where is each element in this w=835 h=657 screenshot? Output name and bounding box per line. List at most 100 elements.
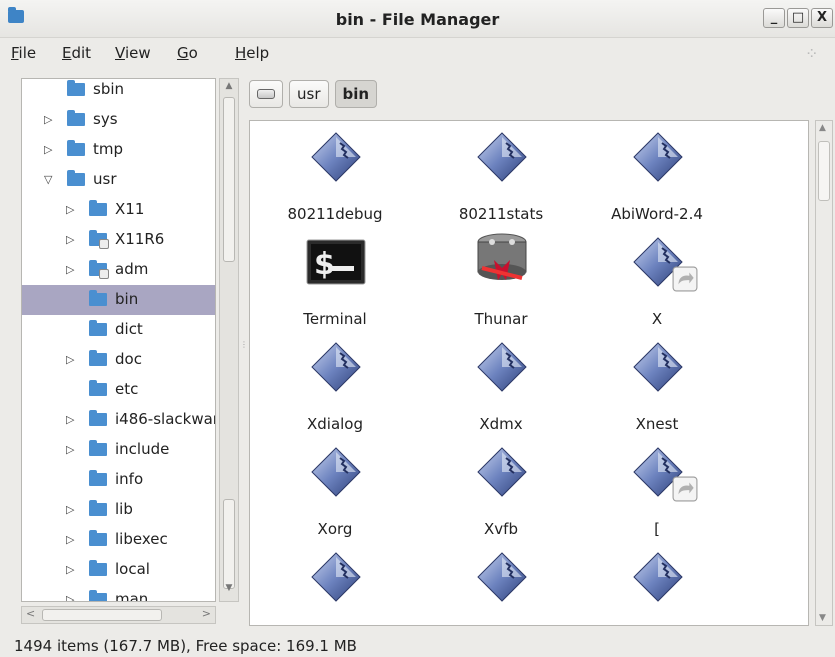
expand-arrow-icon[interactable]: ▷ <box>66 413 74 426</box>
expand-arrow-icon[interactable]: ▷ <box>66 503 74 516</box>
file-item[interactable]: X <box>582 226 732 331</box>
expand-arrow-icon[interactable]: ▷ <box>66 443 74 456</box>
tree-item-i486-slackware[interactable]: ▷ i486-slackware <box>22 405 215 435</box>
file-label: Xnest <box>635 415 679 433</box>
executable-icon <box>632 341 684 393</box>
menu-help[interactable]: Help <box>235 44 269 62</box>
folder-icon <box>89 500 107 516</box>
tree-item-sys[interactable]: ▷ sys <box>22 105 215 135</box>
expand-arrow-icon[interactable]: ▷ <box>66 593 74 601</box>
folder-icon <box>89 380 107 396</box>
executable-icon <box>632 551 684 603</box>
tree-item-adm[interactable]: ▷ adm <box>22 255 215 285</box>
file-item[interactable]: Xnest <box>582 331 732 436</box>
tree-item-label: i486-slackware <box>115 410 215 428</box>
tree-item-x11r6[interactable]: ▷ X11R6 <box>22 225 215 255</box>
scroll-up-icon[interactable]: ▲ <box>819 123 826 133</box>
tree-item-libexec[interactable]: ▷ libexec <box>22 525 215 555</box>
tree-item-label: dict <box>115 320 143 338</box>
tree-item-etc[interactable]: etc <box>22 375 215 405</box>
file-item[interactable]: 80211stats <box>426 121 576 226</box>
pane-splitter[interactable]: ⋮ <box>240 340 248 360</box>
file-item[interactable]: AbiWord-2.4 <box>582 121 732 226</box>
expand-arrow-icon[interactable]: ▷ <box>44 113 52 126</box>
icon-view-scrollbar[interactable]: ▲ ▼ <box>815 120 833 626</box>
scroll-thumb[interactable] <box>223 97 235 262</box>
tree-item-label: tmp <box>93 140 124 158</box>
folder-icon <box>89 440 107 456</box>
scroll-up-icon[interactable]: ▲ <box>220 81 238 97</box>
tree-item-lib[interactable]: ▷ lib <box>22 495 215 525</box>
tree-item-label: X11 <box>115 200 145 218</box>
file-item[interactable]: $ Terminal <box>260 226 410 331</box>
expand-arrow-icon[interactable]: ▷ <box>66 233 74 246</box>
scroll-thumb[interactable] <box>42 609 162 621</box>
expand-arrow-icon[interactable]: ▷ <box>66 563 74 576</box>
expand-arrow-icon[interactable]: ▷ <box>66 353 74 366</box>
scroll-track-segment[interactable] <box>223 499 235 589</box>
file-item[interactable]: [ <box>582 436 732 541</box>
menu-edit[interactable]: Edit <box>62 44 91 62</box>
path-button-bin[interactable]: bin <box>334 80 378 108</box>
tree-item-x11[interactable]: ▷ X11 <box>22 195 215 225</box>
icon-view[interactable]: 80211debug 80211stats AbiWord-2.4 $ Terminal… <box>249 120 809 626</box>
path-button-usr[interactable]: usr <box>289 80 329 108</box>
file-item[interactable]: 80211debug <box>260 121 410 226</box>
file-label: [ <box>654 520 660 538</box>
expand-arrow-icon[interactable]: ▷ <box>44 143 52 156</box>
file-item[interactable] <box>426 541 576 625</box>
tree-item-local[interactable]: ▷ local <box>22 555 215 585</box>
scroll-down-icon[interactable]: ▼ <box>819 613 826 623</box>
folder-icon <box>89 320 107 336</box>
tree-item-bin[interactable]: bin <box>22 285 215 315</box>
title-bar[interactable]: bin - File Manager _ □ X <box>0 0 835 38</box>
window-title: bin - File Manager <box>335 10 500 29</box>
tree-item-label: etc <box>115 380 139 398</box>
close-button[interactable]: X <box>811 8 833 28</box>
menu-file[interactable]: File <box>11 44 36 62</box>
collapse-arrow-icon[interactable]: ▽ <box>44 173 52 186</box>
scroll-left-icon[interactable]: < <box>26 607 35 620</box>
file-item[interactable] <box>582 541 732 625</box>
file-item[interactable]: Xorg <box>260 436 410 541</box>
executable-link-icon <box>632 236 698 292</box>
tree-item-label: bin <box>115 290 139 308</box>
tree-horizontal-scrollbar[interactable]: < > <box>21 606 216 624</box>
folder-tree[interactable]: sbin ▷ sys ▷ tmp ▽ usr ▷ X11 ▷ X11R6 ▷ adm bin dict ▷ do… <box>21 78 216 602</box>
tree-item-sbin[interactable]: sbin <box>22 79 215 105</box>
folder-icon <box>67 140 85 156</box>
scroll-down-icon[interactable]: ▼ <box>220 583 238 599</box>
tree-item-doc[interactable]: ▷ doc <box>22 345 215 375</box>
tree-item-dict[interactable]: dict <box>22 315 215 345</box>
folder-link-icon <box>89 260 109 279</box>
executable-icon <box>476 446 528 498</box>
tree-item-man[interactable]: ▷ man <box>22 585 215 601</box>
file-item[interactable]: Thunar <box>426 226 576 331</box>
file-item[interactable] <box>260 541 410 625</box>
root-drive-button[interactable] <box>249 80 283 108</box>
expand-arrow-icon[interactable]: ▷ <box>66 203 74 216</box>
tree-item-label: info <box>115 470 144 488</box>
tree-item-usr[interactable]: ▽ usr <box>22 165 215 195</box>
tree-item-info[interactable]: info <box>22 465 215 495</box>
folder-icon <box>89 290 107 306</box>
file-label: Thunar <box>474 310 528 328</box>
expand-arrow-icon[interactable]: ▷ <box>66 533 74 546</box>
status-text: 1494 items (167.7 MB), Free space: 169.1… <box>14 637 357 655</box>
file-item[interactable]: Xdialog <box>260 331 410 436</box>
tree-vertical-scrollbar[interactable]: ▲ ▼ <box>219 78 239 602</box>
expand-arrow-icon[interactable]: ▷ <box>66 263 74 276</box>
file-item[interactable]: Xdmx <box>426 331 576 436</box>
menu-go[interactable]: Go <box>177 44 198 62</box>
menu-view[interactable]: View <box>115 44 151 62</box>
executable-icon <box>310 446 362 498</box>
scroll-thumb[interactable] <box>818 141 830 201</box>
maximize-button[interactable]: □ <box>787 8 809 28</box>
scroll-right-icon[interactable]: > <box>202 607 211 620</box>
minimize-button[interactable]: _ <box>763 8 785 28</box>
tree-item-include[interactable]: ▷ include <box>22 435 215 465</box>
tree-item-label: local <box>115 560 150 578</box>
tree-item-tmp[interactable]: ▷ tmp <box>22 135 215 165</box>
menu-bar: File Edit View Go Help <box>0 40 835 66</box>
file-item[interactable]: Xvfb <box>426 436 576 541</box>
